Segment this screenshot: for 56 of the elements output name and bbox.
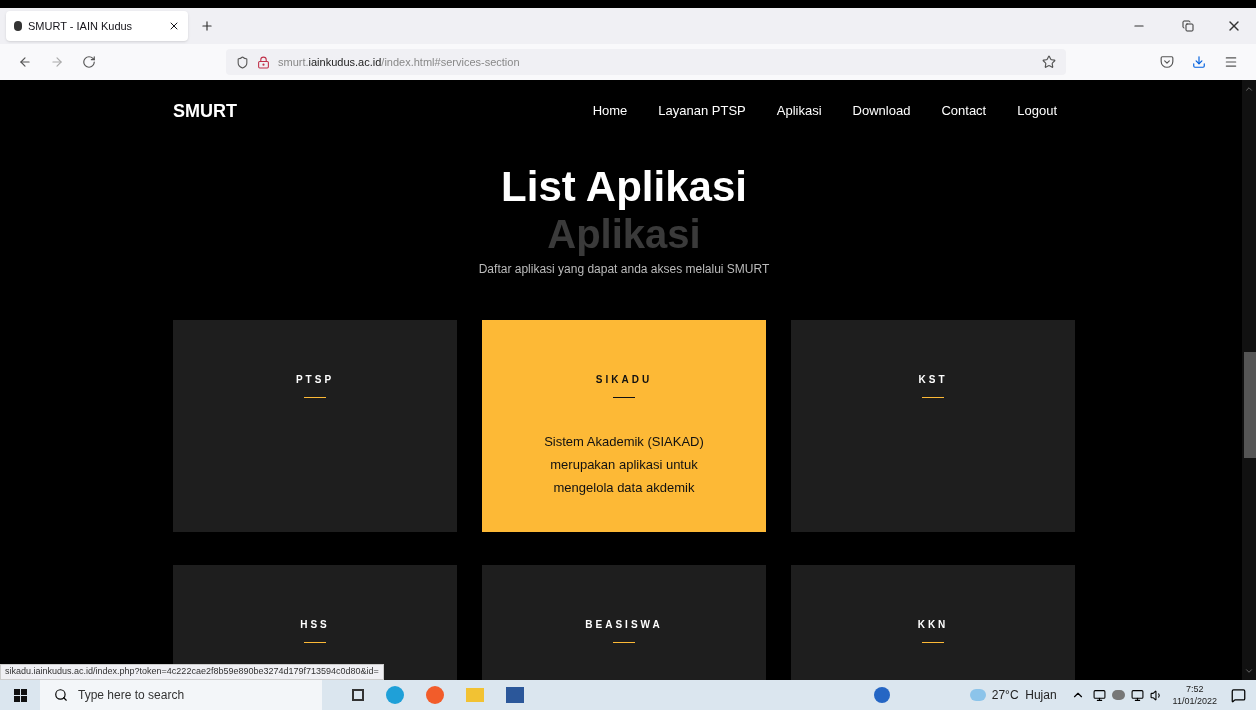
- menu-icon[interactable]: [1224, 55, 1238, 69]
- card-title: KST: [918, 373, 948, 387]
- address-bar[interactable]: smurt.iainkudus.ac.id/index.html#services-section: [226, 49, 1066, 75]
- card-title: PTSP: [295, 373, 335, 387]
- title-underline: [922, 642, 944, 643]
- card-title: HSS: [300, 618, 330, 632]
- notifications-icon[interactable]: [1231, 687, 1246, 703]
- scrollbar-thumb[interactable]: [1244, 352, 1256, 458]
- nav-link[interactable]: Contact: [941, 101, 987, 121]
- weather-text[interactable]: 27°C Hujan: [991, 686, 1057, 704]
- taskbar-search-field[interactable]: Type here to search: [40, 680, 322, 710]
- insecure-lock-icon: [257, 55, 270, 69]
- link-status-tooltip: sikadu.iainkudus.ac.id/index.php?token=4c222cae2f8b59e890be3274d179f713594c0d80&id=: [0, 664, 384, 680]
- shield-icon: [236, 55, 249, 69]
- download-icon[interactable]: [1192, 55, 1206, 69]
- task-view-icon[interactable]: [352, 689, 364, 701]
- card-title: SIKADU: [595, 373, 653, 387]
- new-tab-icon[interactable]: [200, 19, 214, 33]
- restore-icon[interactable]: [1182, 20, 1194, 32]
- search-icon: [54, 688, 68, 702]
- card-description: Sistem Akademik (SIAKAD) merupakan aplikasi untuk mengelola data akdemik: [543, 433, 705, 497]
- site-brand[interactable]: SMURT: [173, 97, 237, 125]
- volume-icon[interactable]: [1149, 688, 1163, 702]
- url-text: smurt.iainkudus.ac.id/index.html#services-section: [278, 54, 521, 70]
- title-underline: [613, 642, 635, 643]
- nav-link[interactable]: Layanan PTSP: [658, 101, 746, 121]
- clock-date[interactable]: 11/01/2022: [1172, 695, 1217, 707]
- card-title: KKN: [917, 618, 949, 632]
- section-subtitle: Daftar aplikasi yang dapat anda akses melalui SMURT: [478, 261, 770, 278]
- close-icon[interactable]: [168, 20, 180, 32]
- browser-tab[interactable]: SMURT - IAIN Kudus: [6, 11, 188, 41]
- section-title: List Aplikasi: [501, 166, 747, 208]
- title-underline: [304, 397, 326, 398]
- title-underline: [304, 642, 326, 643]
- card-title: BEASISWA: [585, 618, 663, 632]
- nav-link[interactable]: Download: [852, 101, 911, 121]
- app-card[interactable]: SIKADU Sistem Akademik (SIAKAD) merupakan aplikasi untuk mengelola data akdemik: [482, 320, 766, 532]
- nav-link[interactable]: Home: [592, 101, 628, 121]
- scroll-down-icon[interactable]: [1244, 666, 1254, 676]
- app-card[interactable]: KST: [791, 320, 1075, 532]
- scroll-up-icon[interactable]: [1244, 84, 1254, 94]
- back-icon[interactable]: [18, 55, 32, 69]
- reload-icon[interactable]: [82, 55, 96, 69]
- app-card[interactable]: KKN: [791, 565, 1075, 680]
- nav-link[interactable]: Aplikasi: [776, 101, 822, 121]
- network-icon[interactable]: [1130, 688, 1144, 702]
- pocket-icon[interactable]: [1160, 55, 1174, 69]
- background-word: Aplikasi: [547, 212, 701, 256]
- tab-title: SMURT - IAIN Kudus: [28, 18, 134, 34]
- bookmark-star-icon[interactable]: [1042, 55, 1056, 69]
- app-card[interactable]: BEASISWA: [482, 565, 766, 680]
- app-card[interactable]: PTSP: [173, 320, 457, 532]
- nav-link[interactable]: Logout: [1017, 101, 1057, 121]
- title-underline: [613, 397, 635, 398]
- title-underline: [922, 397, 944, 398]
- clock-time[interactable]: 7:52: [1186, 683, 1204, 695]
